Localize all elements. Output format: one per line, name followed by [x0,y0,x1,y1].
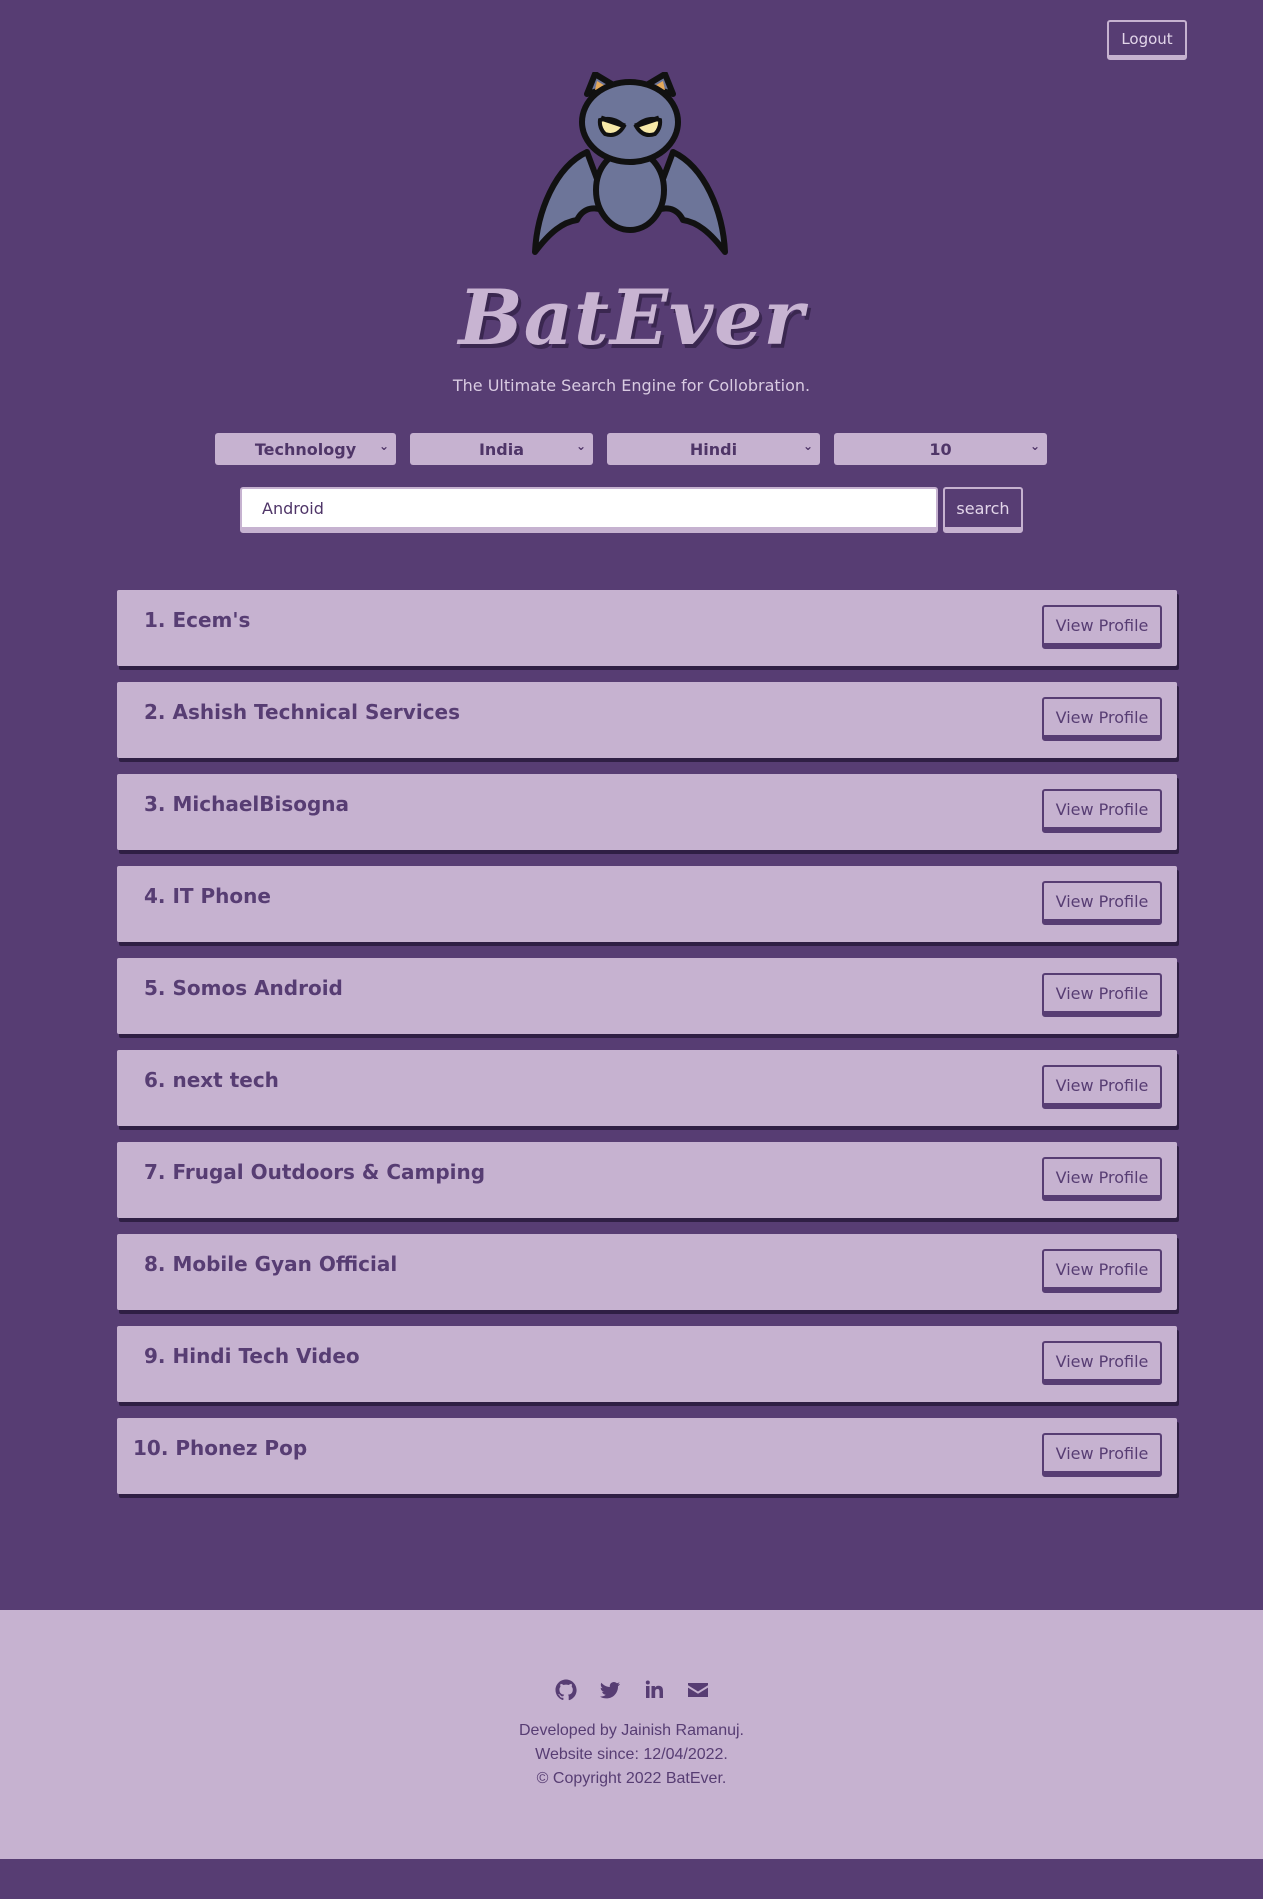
view-profile-button[interactable]: View Profile [1042,789,1162,833]
result-card: 9. Hindi Tech Video View Profile [117,1326,1177,1402]
result-card: 5. Somos Android View Profile [117,958,1177,1034]
result-title: 7. Frugal Outdoors & Camping [144,1160,486,1184]
view-profile-button[interactable]: View Profile [1042,1065,1162,1109]
country-select-value: India [478,439,525,459]
result-title: 10. Phonez Pop [133,1436,308,1460]
results-list: 1. Ecem's View Profile 2. Ashish Technic… [117,590,1177,1510]
result-title: 1. Ecem's [144,608,251,632]
view-profile-button[interactable]: View Profile [1042,605,1162,649]
result-title: 3. MichaelBisogna [144,792,350,816]
chevron-down-icon: ⌄ [378,439,389,453]
footer-copyright: © Copyright 2022 BatEver. [536,1770,727,1787]
logout-button[interactable]: Logout [1107,20,1187,60]
view-profile-button[interactable]: View Profile [1042,973,1162,1017]
language-select-value: Hindi [689,439,738,459]
brand-title: BatEver [458,273,805,362]
bat-logo-icon [532,72,728,255]
view-profile-button[interactable]: View Profile [1042,1249,1162,1293]
language-select[interactable]: Hindi ⌄ [607,433,820,465]
chevron-down-icon: ⌄ [1029,439,1040,453]
result-title: 6. next tech [144,1068,279,1092]
result-card: 3. MichaelBisogna View Profile [117,774,1177,850]
result-card: 2. Ashish Technical Services View Profil… [117,682,1177,758]
result-card: 7. Frugal Outdoors & Camping View Profil… [117,1142,1177,1218]
result-count-select[interactable]: 10 ⌄ [834,433,1047,465]
result-count-select-value: 10 [929,439,952,459]
result-card: 1. Ecem's View Profile [117,590,1177,666]
view-profile-button[interactable]: View Profile [1042,1157,1162,1201]
social-links [0,1678,1263,1702]
result-title: 4. IT Phone [144,884,271,908]
result-card: 8. Mobile Gyan Official View Profile [117,1234,1177,1310]
search-button[interactable]: search [943,487,1023,533]
twitter-icon[interactable] [598,1678,622,1702]
footer: Developed by Jainish Ramanuj. Website si… [0,1610,1263,1859]
category-select-value: Technology [254,439,357,459]
result-title: 2. Ashish Technical Services [144,700,461,724]
result-card: 6. next tech View Profile [117,1050,1177,1126]
footer-since: Website since: 12/04/2022. [535,1746,728,1763]
footer-developer: Developed by Jainish Ramanuj. [518,1722,744,1739]
view-profile-button[interactable]: View Profile [1042,697,1162,741]
search-input[interactable]: Android [240,487,938,533]
chevron-down-icon: ⌄ [575,439,586,453]
category-select[interactable]: Technology ⌄ [215,433,396,465]
github-icon[interactable] [554,1678,578,1702]
result-card: 4. IT Phone View Profile [117,866,1177,942]
chevron-down-icon: ⌄ [802,439,813,453]
view-profile-button[interactable]: View Profile [1042,881,1162,925]
result-title: 9. Hindi Tech Video [144,1344,360,1368]
result-title: 5. Somos Android [144,976,343,1000]
view-profile-button[interactable]: View Profile [1042,1433,1162,1477]
result-card: 10. Phonez Pop View Profile [117,1418,1177,1494]
brand-tagline: The Ultimate Search Engine for Collobrat… [452,376,811,395]
envelope-icon[interactable] [686,1678,710,1702]
result-title: 8. Mobile Gyan Official [144,1252,398,1276]
linkedin-icon[interactable] [642,1678,666,1702]
view-profile-button[interactable]: View Profile [1042,1341,1162,1385]
country-select[interactable]: India ⌄ [410,433,593,465]
